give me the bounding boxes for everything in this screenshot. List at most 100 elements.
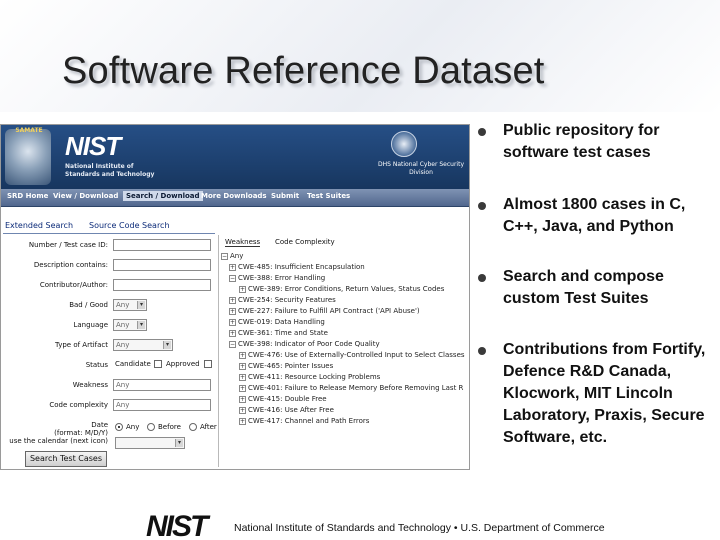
status-approved-label: Approved (166, 360, 200, 368)
tree-item[interactable]: − CWE-398: Indicator of Poor Code Quality (229, 339, 380, 349)
tab-weakness[interactable]: Weakness (225, 238, 261, 247)
bad-good-select[interactable]: Any ▾ (113, 299, 147, 311)
language-value: Any (116, 321, 130, 329)
site-nav-bar: SRD Home View / Download Search / Downlo… (1, 189, 469, 207)
bullet-dot-icon (478, 347, 486, 355)
tree-item[interactable]: + CWE-254: Security Features (229, 295, 336, 305)
date-label: Date (format: M/D/Y) use the calendar (n… (9, 421, 108, 445)
description-label: Description contains: (33, 261, 108, 269)
collapse-icon: − (229, 274, 236, 282)
dhs-line-1: DHS National Cyber Security (377, 161, 464, 168)
contributor-label: Contributor/Author: (39, 281, 108, 289)
tree-item-label: CWE-476: Use of Externally-Controlled In… (248, 351, 465, 359)
bullet-dot-icon (478, 128, 486, 136)
tab-code-complexity[interactable]: Code Complexity (275, 238, 335, 246)
collapse-icon: − (229, 340, 236, 348)
tree-item[interactable]: + CWE-415: Double Free (239, 394, 327, 404)
org-line-1: National Institute of (65, 163, 134, 170)
collapse-icon: − (221, 252, 228, 260)
nav-view-download[interactable]: View / Download (53, 192, 118, 200)
date-any-label: Any (126, 423, 140, 431)
tree-item[interactable]: + CWE-019: Data Handling (229, 317, 325, 327)
tree-item-label: CWE-388: Error Handling (238, 274, 326, 282)
date-after-label: After (200, 423, 217, 431)
nist-org-name: National Institute of Standards and Tech… (65, 163, 185, 179)
tree-item[interactable]: + CWE-227: Failure to Fulfill API Contrac… (229, 306, 420, 316)
artifact-select[interactable]: Any ▾ (113, 339, 173, 351)
bad-good-label: Bad / Good (69, 301, 108, 309)
tree-item[interactable]: + CWE-416: Use After Free (239, 405, 334, 415)
status-approved-checkbox[interactable] (204, 360, 212, 368)
contributor-input[interactable] (113, 279, 211, 291)
footer-text: National Institute of Standards and Tech… (234, 522, 605, 534)
form-row-number: Number / Test case ID: (1, 239, 216, 253)
bullet-text: Almost 1800 cases in C, C++, Java, and P… (503, 196, 686, 235)
nav-search-download[interactable]: Search / Download (123, 191, 203, 201)
nav-srd-home[interactable]: SRD Home (7, 192, 48, 200)
date-select[interactable]: ▾ (115, 437, 185, 449)
status-candidate-checkbox[interactable] (154, 360, 162, 368)
date-before-radio[interactable] (147, 423, 155, 431)
description-input[interactable] (113, 259, 211, 271)
nav-more-downloads[interactable]: More Downloads (201, 192, 267, 200)
tree-item-label: CWE-485: Insufficient Encapsulation (238, 263, 365, 271)
form-row-status: Status Candidate Approved (1, 359, 216, 373)
date-label-line-3: use the calendar (next icon) (9, 437, 108, 445)
tab-source-code-search[interactable]: Source Code Search (89, 221, 170, 230)
date-any-radio[interactable] (115, 423, 123, 431)
embedded-screenshot: SAMATE NIST National Institute of Standa… (0, 124, 470, 470)
tab-divider (3, 233, 215, 234)
bullet-text: Contributions from Fortify, Defence R&D … (503, 341, 706, 446)
org-line-2: Standards and Technology (65, 171, 155, 178)
tab-extended-search[interactable]: Extended Search (5, 221, 73, 230)
artifact-label: Type of Artifact (55, 341, 108, 349)
dhs-division-name: DHS National Cyber Security Division (375, 161, 467, 177)
complexity-input[interactable]: Any (113, 399, 211, 411)
tree-item[interactable]: + CWE-485: Insufficient Encapsulation (229, 262, 365, 272)
form-row-weakness: Weakness Any (1, 379, 216, 393)
bad-good-value: Any (116, 301, 130, 309)
tree-item-label: CWE-361: Time and State (238, 329, 328, 337)
form-row-contributor: Contributor/Author: (1, 279, 216, 293)
tree-item[interactable]: + CWE-465: Pointer Issues (239, 361, 333, 371)
expand-icon: + (239, 406, 246, 414)
tree-item-label: CWE-398: Indicator of Poor Code Quality (238, 340, 380, 348)
tree-item[interactable]: − Any (221, 251, 243, 261)
artifact-value: Any (116, 341, 130, 349)
tree-item[interactable]: + CWE-476: Use of Externally-Controlled I… (239, 350, 465, 360)
expand-icon: + (239, 285, 246, 293)
tree-item-label: CWE-019: Data Handling (238, 318, 325, 326)
tree-item-label: CWE-254: Security Features (238, 296, 336, 304)
date-after-radio[interactable] (189, 423, 197, 431)
tree-item-label: CWE-389: Error Conditions, Return Values… (248, 285, 445, 293)
form-row-complexity: Code complexity Any (1, 399, 216, 413)
language-select[interactable]: Any ▾ (113, 319, 147, 331)
tree-item[interactable]: + CWE-389: Error Conditions, Return Value… (239, 284, 444, 294)
chevron-down-icon: ▾ (163, 341, 171, 349)
expand-icon: + (229, 263, 236, 271)
nav-submit[interactable]: Submit (271, 192, 299, 200)
bullet-dot-icon (478, 274, 486, 282)
number-input[interactable] (113, 239, 211, 251)
nav-test-suites[interactable]: Test Suites (307, 192, 350, 200)
tree-item[interactable]: + CWE-401: Failure to Release Memory Befo… (239, 383, 463, 393)
form-row-language: Language Any ▾ (1, 319, 216, 333)
tree-item[interactable]: − CWE-388: Error Handling (229, 273, 325, 283)
slide-title: Software Reference Dataset (62, 50, 545, 92)
date-before-label: Before (158, 423, 181, 431)
tree-item[interactable]: + CWE-361: Time and State (229, 328, 328, 338)
weakness-input[interactable]: Any (113, 379, 211, 391)
nist-logo[interactable]: NIST (65, 131, 121, 162)
status-candidate-label: Candidate (115, 360, 151, 368)
form-row-artifact: Type of Artifact Any ▾ (1, 339, 216, 353)
tree-item-label: CWE-417: Channel and Path Errors (248, 417, 370, 425)
tree-item[interactable]: + CWE-411: Resource Locking Problems (239, 372, 380, 382)
tree-item[interactable]: + CWE-417: Channel and Path Errors (239, 416, 369, 426)
footer-nist-logo: NIST (146, 510, 208, 540)
tree-item-label: CWE-401: Failure to Release Memory Befor… (248, 384, 464, 392)
expand-icon: + (239, 395, 246, 403)
chevron-down-icon: ▾ (137, 301, 145, 309)
bullet-text: Public repository for software test case… (503, 122, 660, 161)
search-test-cases-button[interactable]: Search Test Cases (25, 451, 107, 467)
search-form: Number / Test case ID: Description conta… (1, 239, 217, 469)
